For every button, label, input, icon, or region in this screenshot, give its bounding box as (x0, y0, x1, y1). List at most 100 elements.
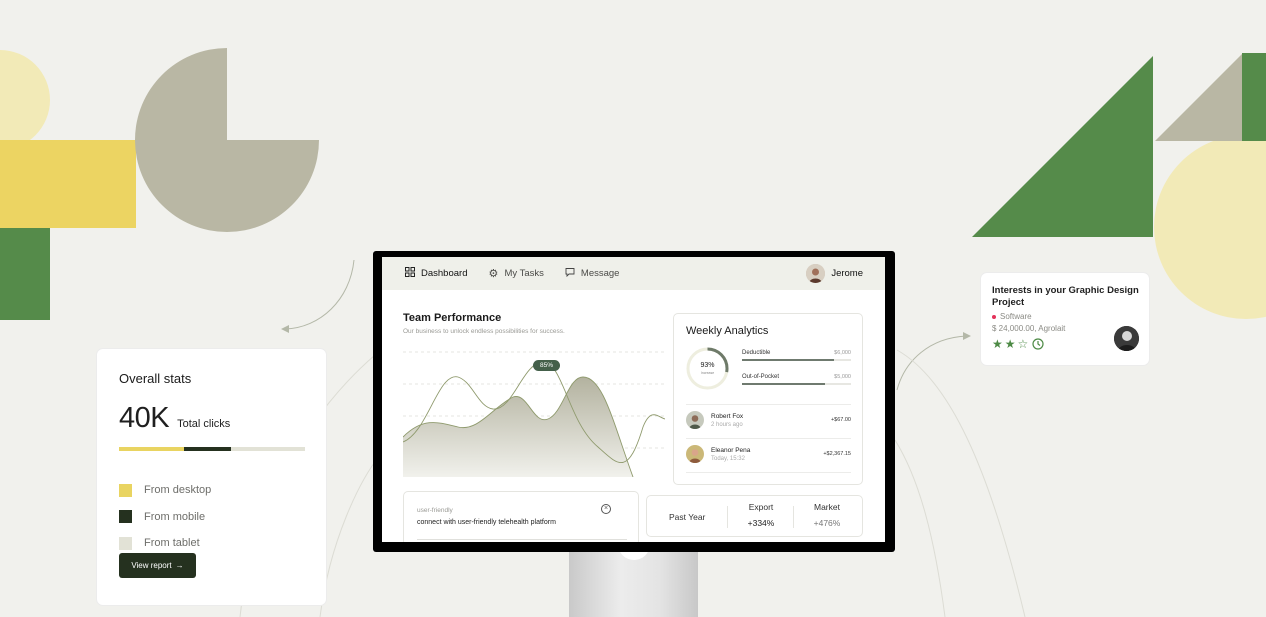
input-underline (417, 539, 627, 540)
weekly-analytics-card: Weekly Analytics 93% Increase Deductible… (673, 313, 863, 485)
chart-peak-badge: 85% (533, 360, 560, 371)
stats-total-label: Total clicks (177, 418, 231, 430)
stat-title: Export (748, 502, 774, 512)
list-item[interactable]: Robert Fox 2 hours ago +$67.00 (686, 411, 851, 429)
stats-distribution-bar (119, 447, 305, 451)
divider (793, 506, 794, 528)
avatar[interactable] (1114, 326, 1139, 351)
metric-fill (742, 359, 834, 361)
metric-amount: $5,000 (834, 374, 851, 380)
area-series (403, 377, 633, 477)
metric-label: Deductible (742, 350, 771, 356)
deco-yellow-rect (0, 140, 136, 228)
team-performance-title: Team Performance (403, 312, 502, 324)
grid-icon (404, 267, 416, 280)
person-amount: +$67.00 (830, 417, 851, 423)
star-icon[interactable]: ★ (1005, 337, 1016, 351)
avatar (686, 411, 704, 429)
person-info: Eleanor Pena Today, 15:32 (711, 447, 750, 462)
telehealth-input-card[interactable]: user-friendly connect with user-friendly… (403, 491, 639, 542)
ring-percent: 93% (700, 362, 715, 369)
ring-label: Increase (700, 371, 715, 375)
legend-swatch (119, 536, 132, 550)
monitor: Dashboard ⚙ My Tasks Message Jerome Team… (373, 251, 895, 552)
legend-label: From mobile (144, 510, 206, 523)
person-name: Robert Fox (711, 412, 744, 420)
stats-bar-segment (230, 447, 305, 451)
metric-out-of-pocket: Out-of-Pocket $5,000 (742, 374, 851, 385)
nav-item-dashboard[interactable]: Dashboard (404, 267, 467, 280)
legend-item-mobile: From mobile (119, 504, 306, 531)
past-year-label: Past Year (669, 512, 706, 522)
clock-icon[interactable] (1032, 338, 1044, 350)
metric-fill (742, 383, 825, 385)
stats-bar-segment (184, 447, 231, 451)
star-icon[interactable]: ★ (992, 337, 1003, 351)
deco-pale-circle (0, 50, 50, 150)
user-name: Jerome (831, 268, 863, 279)
star-outline-icon[interactable]: ☆ (1018, 337, 1029, 351)
interest-tag: Software (992, 312, 1139, 321)
nav-label: Message (580, 268, 620, 279)
person-name: Eleanor Pena (711, 446, 751, 454)
monitor-stand (569, 550, 698, 617)
view-report-button[interactable]: View report → (119, 553, 196, 578)
market-stat: Market +476% (797, 496, 857, 528)
divider (686, 438, 851, 439)
person-time: Today, 15:32 (711, 455, 745, 462)
metric-bar (742, 359, 851, 361)
person-amount: +$2,367.15 (823, 451, 851, 457)
avatar (806, 264, 826, 283)
arrow-right-icon: → (175, 561, 184, 570)
metric-amount: $6,000 (834, 350, 851, 356)
past-year-card: Past Year Export +334% Market +476% (646, 495, 863, 537)
interest-tag-label: Software (1000, 312, 1032, 321)
metric-deductible: Deductible $6,000 (742, 350, 851, 361)
input-value[interactable]: connect with user-friendly telehealth pl… (417, 519, 556, 526)
interest-card[interactable]: Interests in your Graphic Design Project… (981, 273, 1149, 365)
legend-swatch (119, 483, 132, 497)
input-label: user-friendly (417, 507, 453, 514)
user-menu[interactable]: Jerome (806, 264, 863, 283)
team-performance-subtitle: Our business to unlock endless possibili… (403, 328, 565, 335)
tag-dot-icon (992, 314, 996, 319)
nav-item-my-tasks[interactable]: ⚙ My Tasks (487, 267, 544, 280)
close-icon[interactable]: × (601, 504, 611, 514)
stat-title: Market (814, 502, 840, 512)
legend-label: From desktop (144, 484, 212, 497)
metric-bar (742, 383, 851, 385)
stat-value: +334% (747, 518, 775, 528)
person-time: 2 hours ago (711, 421, 743, 428)
deco-green-rect (0, 228, 50, 320)
divider (686, 404, 851, 405)
metric-row: Out-of-Pocket $5,000 (742, 374, 851, 380)
nav-item-message[interactable]: Message (564, 267, 620, 280)
avatar (686, 445, 704, 463)
stats-legend: From desktop From mobile From tablet (119, 477, 306, 557)
dashboard-screen: Dashboard ⚙ My Tasks Message Jerome Team… (382, 257, 885, 542)
list-item[interactable]: Eleanor Pena Today, 15:32 +$2,367.15 (686, 445, 851, 463)
overall-stats-card: Overall stats 40K Total clicks From desk… (97, 349, 326, 605)
stats-bar-segment (119, 447, 185, 451)
stat-value: +476% (813, 518, 841, 528)
legend-item-desktop: From desktop (119, 477, 306, 504)
metric-row: Deductible $6,000 (742, 350, 851, 356)
interest-title: Interests in your Graphic Design Project (992, 285, 1139, 308)
metric-label: Out-of-Pocket (742, 374, 780, 380)
stats-total-row: 40K Total clicks (119, 402, 306, 435)
person-info: Robert Fox 2 hours ago (711, 413, 743, 428)
nav-label: Dashboard (421, 268, 468, 279)
chat-icon (564, 267, 576, 280)
legend-swatch (119, 510, 132, 524)
export-stat: Export +334% (731, 496, 791, 528)
view-report-label: View report (131, 561, 172, 570)
stats-title: Overall stats (119, 371, 192, 386)
weekly-analytics-title: Weekly Analytics (686, 325, 769, 337)
divider (727, 506, 728, 528)
top-nav: Dashboard ⚙ My Tasks Message Jerome (382, 257, 885, 290)
nav-label: My Tasks (504, 268, 544, 279)
gear-icon: ⚙ (488, 268, 499, 280)
divider (686, 472, 851, 473)
legend-label: From tablet (144, 537, 200, 550)
deco-taupe-pacman (135, 48, 319, 232)
